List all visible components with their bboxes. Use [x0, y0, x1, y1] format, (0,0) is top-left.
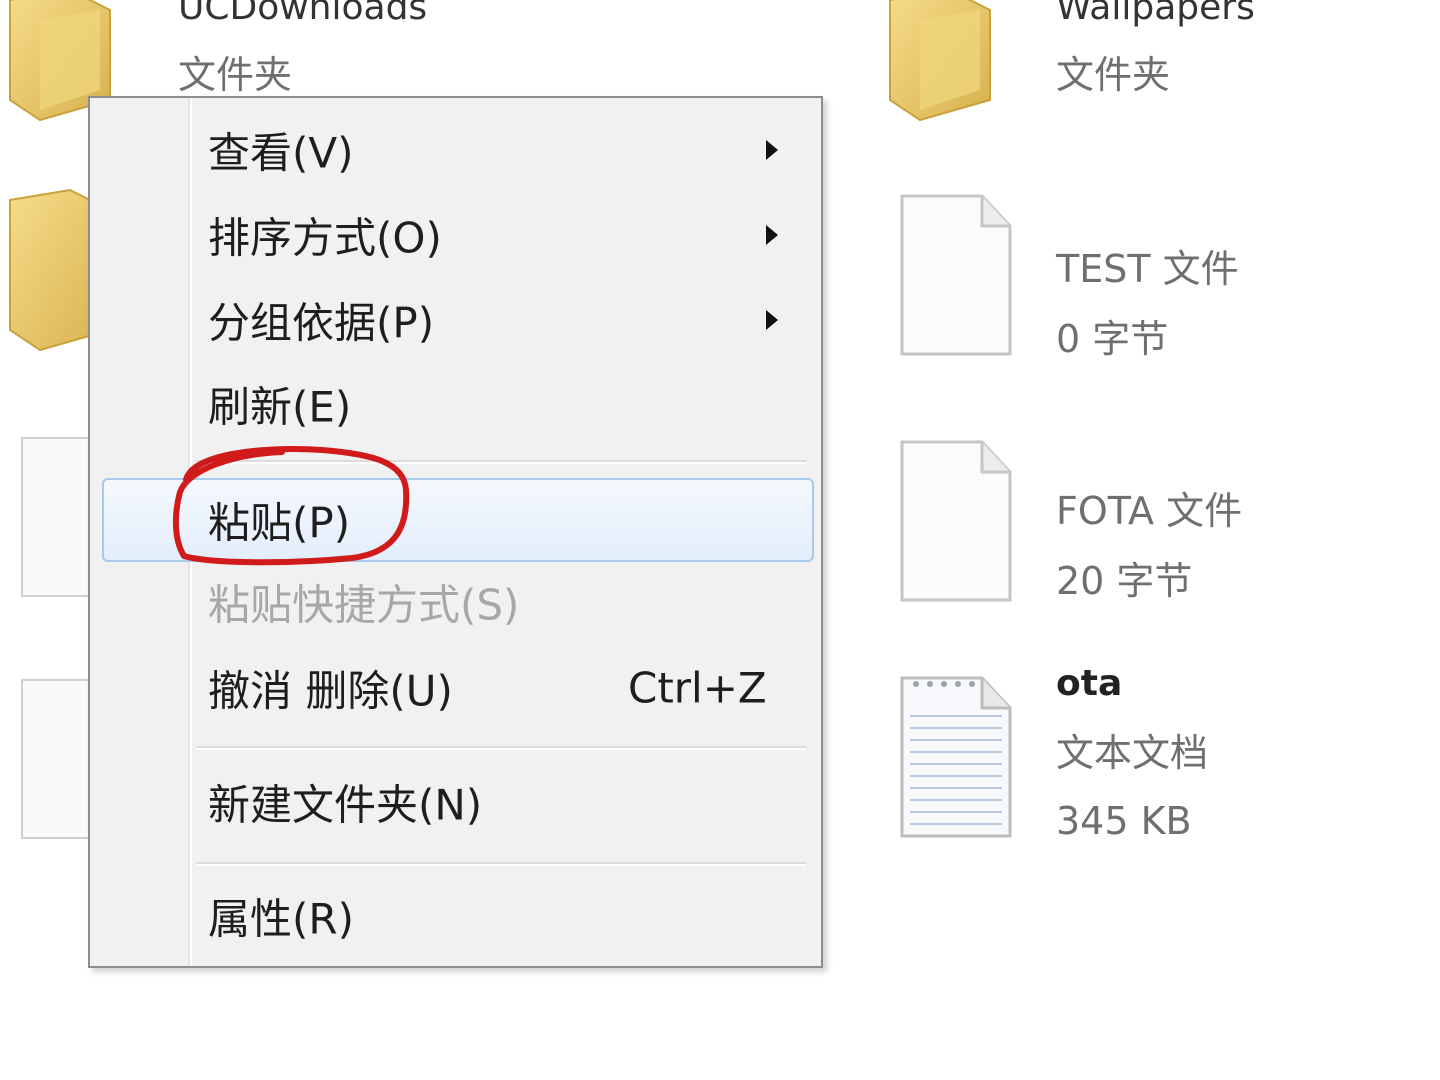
file-name: UCDownloads	[178, 0, 428, 28]
text-document-icon	[896, 672, 1016, 842]
file-type: 文本文档	[1056, 731, 1209, 775]
file-name: TEST 文件	[1056, 247, 1239, 291]
file-size: 345 KB	[1056, 799, 1192, 843]
file-type: 文件夹	[178, 53, 293, 97]
menu-item-paste[interactable]: 粘贴(P)	[102, 478, 814, 562]
menu-item-label: 粘贴快捷方式(S)	[208, 580, 520, 630]
menu-item-view[interactable]: 查看(V)	[102, 108, 814, 192]
menu-item-label: 属性(R)	[208, 894, 354, 944]
file-icon	[896, 190, 1016, 360]
submenu-arrow-icon	[766, 310, 778, 330]
menu-item-label: 分组依据(P)	[208, 298, 435, 348]
context-menu: 查看(V) 排序方式(O) 分组依据(P) 刷新(E) 粘贴(P) 粘贴快捷方式…	[88, 96, 823, 968]
submenu-arrow-icon	[766, 225, 778, 245]
menu-item-label: 撤消 删除(U)	[208, 666, 453, 716]
file-name: ota	[1056, 663, 1123, 704]
menu-item-new-folder[interactable]: 新建文件夹(N)	[102, 760, 814, 844]
file-name: Wallpapers	[1056, 0, 1255, 28]
file-name: FOTA 文件	[1056, 489, 1243, 533]
menu-item-label: 查看(V)	[208, 128, 354, 178]
menu-item-label: 排序方式(O)	[208, 213, 442, 263]
file-item-wallpapers[interactable]: Wallpapers 文件夹	[880, 0, 1420, 130]
menu-item-properties[interactable]: 属性(R)	[102, 874, 814, 958]
menu-separator	[196, 746, 806, 750]
folder-icon	[880, 0, 1000, 130]
file-icon	[896, 436, 1016, 606]
file-item-test[interactable]: TEST 文件 0 字节	[896, 190, 1416, 370]
menu-item-refresh[interactable]: 刷新(E)	[102, 362, 814, 446]
file-item-fota[interactable]: FOTA 文件 20 字节	[896, 436, 1416, 616]
menu-item-label: 刷新(E)	[208, 382, 352, 432]
file-size: 20 字节	[1056, 559, 1193, 603]
file-item-ota[interactable]: ota 文本文档 345 KB	[896, 662, 1416, 852]
menu-item-undo-delete[interactable]: 撤消 删除(U) Ctrl+Z	[102, 646, 814, 730]
menu-item-sort-by[interactable]: 排序方式(O)	[102, 193, 814, 277]
menu-item-group-by[interactable]: 分组依据(P)	[102, 278, 814, 362]
menu-item-shortcut: Ctrl+Z	[628, 663, 767, 713]
menu-item-label: 粘贴(P)	[208, 498, 351, 548]
file-type: 文件夹	[1056, 53, 1171, 97]
menu-item-label: 新建文件夹(N)	[208, 780, 483, 830]
submenu-arrow-icon	[766, 140, 778, 160]
menu-separator	[196, 862, 806, 866]
menu-item-paste-shortcut[interactable]: 粘贴快捷方式(S)	[102, 560, 814, 644]
menu-separator	[196, 460, 806, 464]
file-size: 0 字节	[1056, 317, 1169, 361]
